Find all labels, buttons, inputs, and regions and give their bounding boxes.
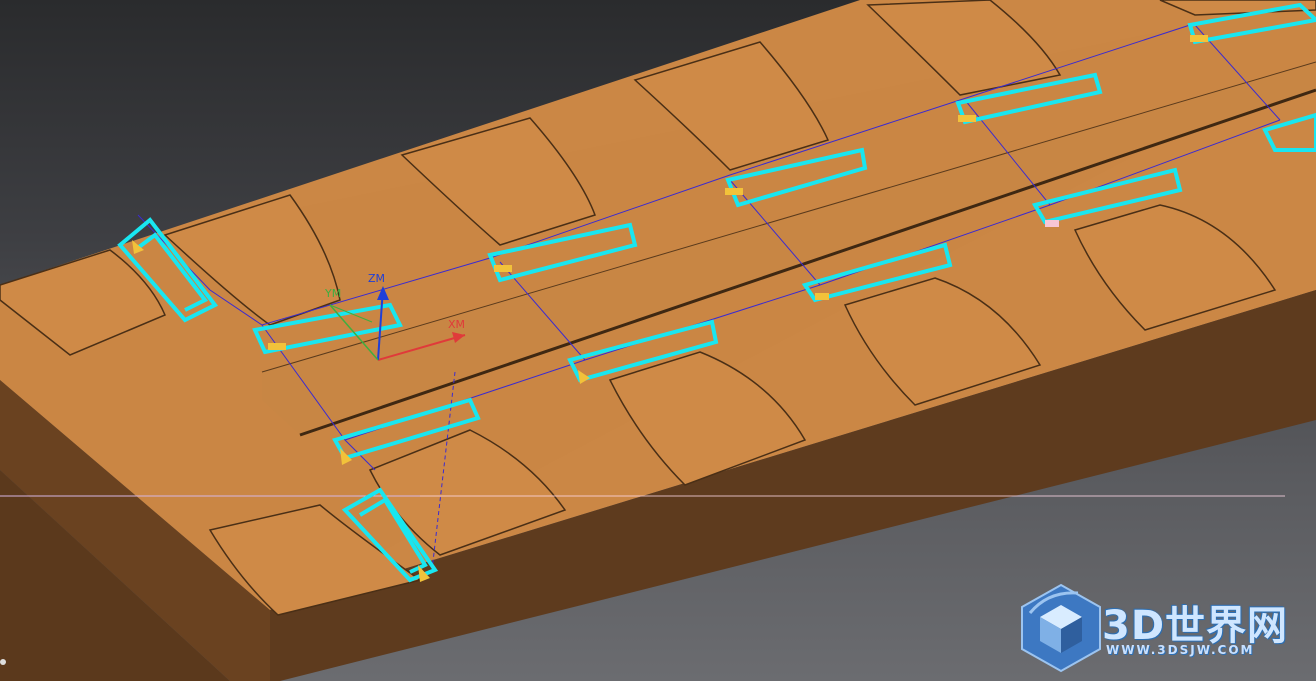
watermark-url: WWW.3DSJW.COM (1106, 643, 1255, 657)
corner-pin-icon (0, 659, 6, 665)
cad-scene[interactable]: XM YM ZM (0, 0, 1316, 681)
watermark: 3D世界网 WWW.3DSJW.COM (1010, 583, 1310, 673)
y-axis-label: YM (324, 287, 341, 300)
workpiece (0, 0, 1316, 681)
cube-logo-icon (1021, 583, 1101, 673)
3d-graphics-viewport[interactable]: XM YM ZM 3D世界网 WWW.3DSJW.COM (0, 0, 1316, 681)
z-axis-label: ZM (368, 272, 385, 285)
x-axis-label: XM (448, 318, 465, 331)
